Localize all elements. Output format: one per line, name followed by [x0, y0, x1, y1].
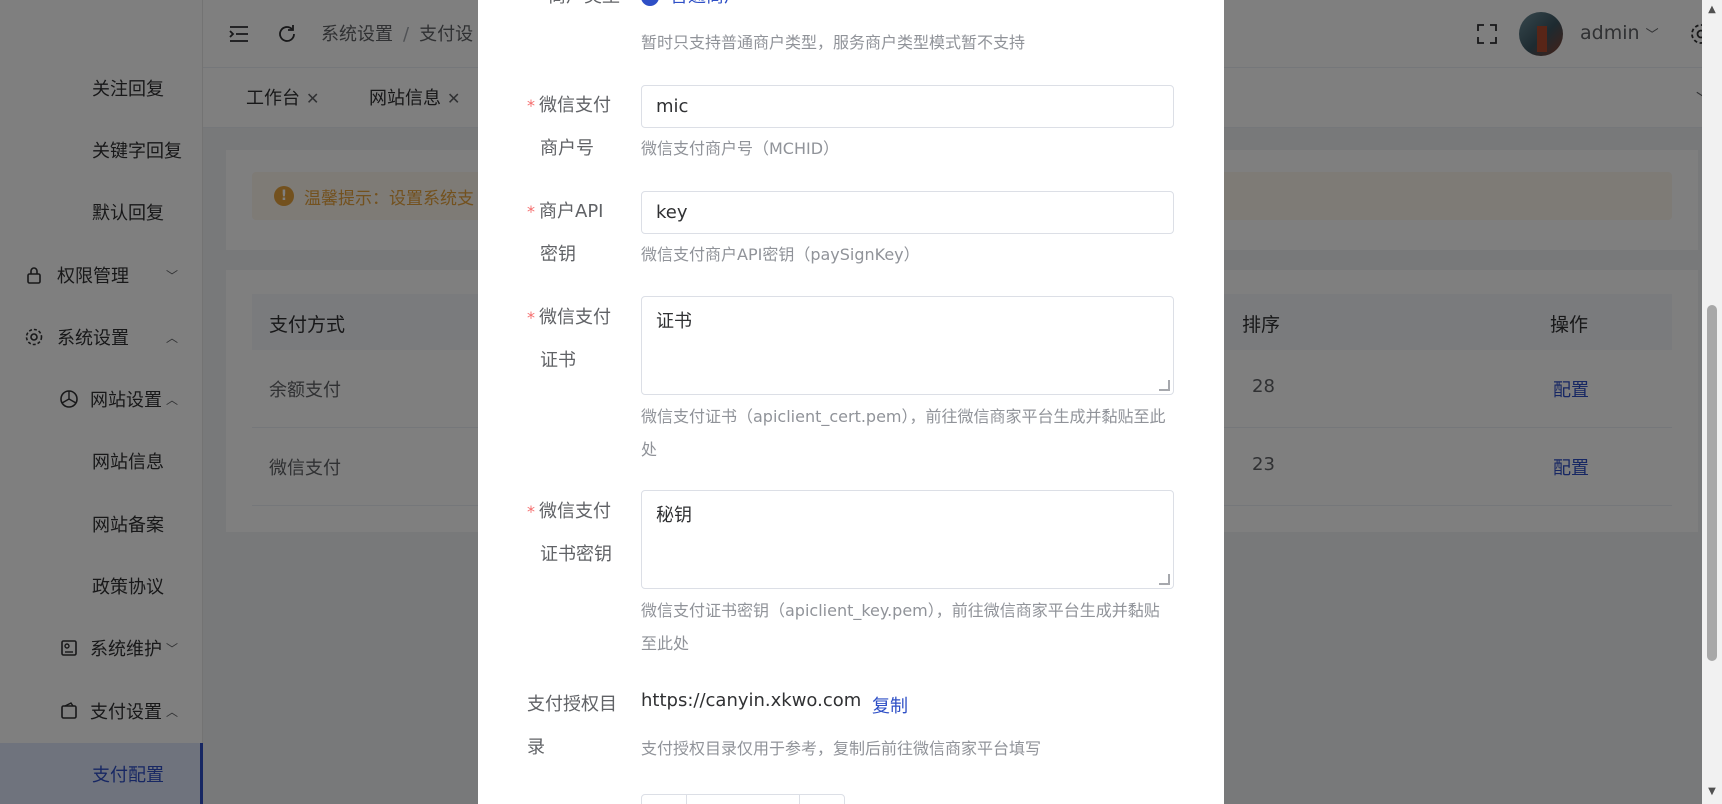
wechat-pay-config-dialog: 商户类型 普通商户 暂时只支持普通商户类型，服务商户类型模式暂不支持 *微信支付… [478, 0, 1224, 804]
copy-button[interactable]: 复制 [872, 692, 908, 718]
merchant-type-help: 暂时只支持普通商户类型，服务商户类型模式暂不支持 [641, 33, 1026, 52]
label-text: 微信支付 [539, 501, 611, 522]
sort-stepper[interactable] [641, 794, 845, 804]
auth-dir-label-line2: 录 [527, 737, 545, 758]
mchid-help: 微信支付商户号（MCHID） [641, 139, 840, 158]
cert-key-label: * 微信支付 [527, 501, 611, 522]
scrollbar[interactable]: ▲ ▼ [1702, 0, 1722, 804]
merchant-type-value: 普通商户 [670, 0, 742, 8]
auth-dir-label: 支付授权目 [527, 694, 617, 715]
merchant-type-label: 商户类型 [548, 0, 620, 18]
mchid-label: * 微信支付 [527, 95, 611, 116]
mchid-label-line2: 商户号 [540, 138, 594, 159]
apikey-label: * 商户API [527, 201, 604, 222]
cert-help-line2: 处 [641, 440, 658, 459]
auth-dir-help: 支付授权目录仅用于参考，复制后前往微信商家平台填写 [641, 739, 1042, 758]
cert-label-line2: 证书 [540, 350, 576, 371]
cert-key-help: 微信支付证书密钥（apiclient_key.pem），前往微信商家平台生成并黏… [641, 601, 1160, 620]
textarea-value: 秘钥 [656, 505, 692, 526]
apikey-input[interactable]: key [641, 191, 1174, 234]
scrollbar-thumb[interactable] [1707, 305, 1717, 661]
scroll-down-icon[interactable]: ▼ [1706, 786, 1718, 797]
apikey-help: 微信支付商户API密钥（paySignKey） [641, 245, 920, 264]
cert-key-help-line2: 至此处 [641, 634, 690, 653]
label-text: 商户API [539, 201, 604, 222]
auth-dir-url: https://canyin.xkwo.com [641, 690, 862, 711]
cert-textarea[interactable]: 证书 [641, 296, 1174, 395]
apikey-label-line2: 密钥 [540, 244, 576, 265]
input-value: mic [656, 96, 689, 117]
mchid-input[interactable]: mic [641, 85, 1174, 128]
textarea-value: 证书 [656, 311, 692, 332]
scroll-up-icon[interactable]: ▲ [1706, 4, 1718, 15]
label-text: 微信支付 [539, 307, 611, 328]
merchant-type-radio[interactable] [641, 0, 659, 6]
cert-help: 微信支付证书（apiclient_cert.pem），前往微信商家平台生成并黏贴… [641, 407, 1166, 426]
input-value: key [656, 202, 688, 223]
cert-key-textarea[interactable]: 秘钥 [641, 490, 1174, 589]
cert-label: * 微信支付 [527, 307, 611, 328]
label-text: 微信支付 [539, 95, 611, 116]
cert-key-label-line2: 证书密钥 [540, 544, 612, 565]
